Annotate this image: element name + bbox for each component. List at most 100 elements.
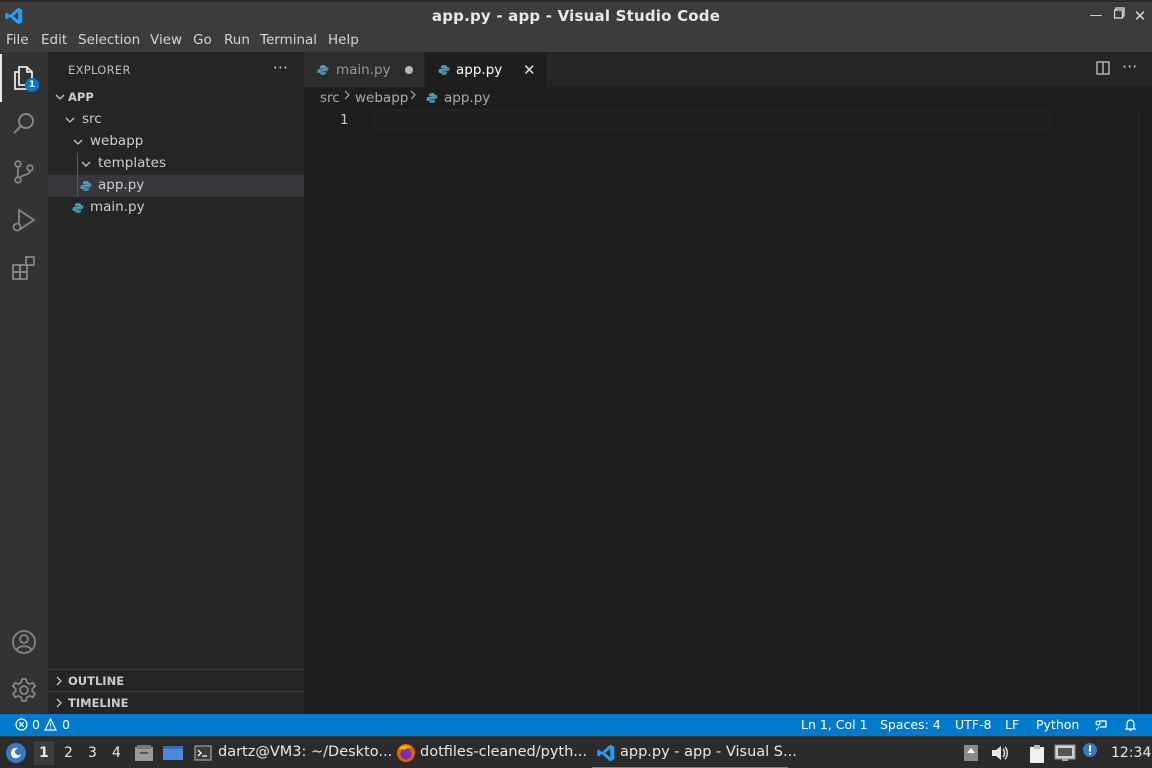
chevron-down-icon (73, 139, 83, 145)
tab-app-py[interactable]: app.py ✕ (425, 52, 547, 87)
sidebar-title: EXPLORER (68, 63, 131, 77)
window-title: app.py - app - Visual Studio Code (431, 7, 721, 25)
line-number: 1 (340, 112, 349, 128)
close-icon[interactable]: ✕ (1130, 7, 1150, 25)
error-count[interactable]: 0 (32, 717, 40, 732)
code-editor[interactable]: 1 (304, 109, 1152, 714)
editor-scrollbar[interactable] (1138, 109, 1139, 714)
python-file-icon (72, 203, 84, 213)
current-line-highlight (374, 110, 1050, 130)
warning-count[interactable]: 0 (62, 717, 70, 732)
tab-label: main.py (336, 62, 391, 78)
explorer-sidebar: EXPLORER ··· APP src webapp templates ap… (48, 52, 304, 714)
title-bar: app.py - app - Visual Studio Code — ✕ (0, 0, 1152, 30)
chevron-right-icon (56, 698, 62, 708)
workspace-2[interactable]: 2 (64, 745, 73, 761)
cursor-position[interactable]: Ln 1, Col 1 (801, 717, 868, 732)
firefox-icon (396, 743, 416, 767)
workspace-3[interactable]: 3 (88, 745, 97, 761)
chevron-down-icon (65, 117, 75, 123)
menu-terminal[interactable]: Terminal (260, 32, 317, 48)
breadcrumb-item-webapp[interactable]: webapp (355, 90, 408, 106)
explorer-badge: 1 (25, 78, 39, 92)
feedback-icon[interactable] (1094, 718, 1108, 735)
tree-file-app-py[interactable]: app.py (48, 175, 304, 197)
split-editor-icon[interactable] (1096, 61, 1110, 79)
menu-selection[interactable]: Selection (78, 32, 140, 48)
tree-folder-templates[interactable]: templates (48, 153, 304, 175)
menu-run[interactable]: Run (224, 32, 250, 48)
os-taskbar: 1 2 3 4 dartz@VM3: ~/Deskto... dotfiles-… (0, 736, 1152, 768)
workspace-1[interactable]: 1 (34, 741, 54, 765)
notifications-bell-icon[interactable] (1124, 718, 1137, 735)
editor-more-actions-icon[interactable]: ··· (1122, 57, 1137, 76)
restore-icon[interactable] (1110, 7, 1130, 25)
tree-root-label: APP (68, 90, 94, 104)
close-tab-icon[interactable]: ✕ (523, 61, 536, 79)
update-notifier-icon[interactable] (1082, 742, 1098, 762)
tree-folder-label: webapp (90, 133, 144, 149)
terminal-icon (194, 744, 212, 766)
show-desktop-icon[interactable] (162, 744, 184, 766)
task-label: dotfiles-cleaned/pyth... (420, 744, 588, 760)
accounts-icon[interactable] (10, 628, 38, 656)
menu-bar: File Edit Selection View Go Run Terminal… (0, 30, 1152, 52)
vscode-logo-icon (596, 743, 616, 767)
more-actions-icon[interactable]: ··· (273, 58, 288, 77)
clock[interactable]: 12:34 (1111, 745, 1151, 761)
chevron-right-icon (56, 676, 62, 686)
menu-go[interactable]: Go (193, 32, 212, 48)
minimize-icon[interactable]: — (1086, 7, 1106, 25)
run-debug-icon[interactable] (10, 206, 38, 234)
tree-folder-src[interactable]: src (48, 109, 304, 131)
task-firefox[interactable]: dotfiles-cleaned/pyth... (392, 737, 588, 768)
extensions-icon[interactable] (10, 254, 38, 282)
breadcrumb-item-app-py[interactable]: app.py (444, 90, 490, 106)
task-terminal[interactable]: dartz@VM3: ~/Deskto... (190, 737, 392, 768)
tree-folder-label: src (82, 111, 102, 127)
tree-root-app[interactable]: APP (48, 86, 304, 108)
error-icon[interactable] (15, 718, 28, 734)
menu-view[interactable]: View (150, 32, 182, 48)
menu-help[interactable]: Help (328, 32, 359, 48)
breadcrumb-item-src[interactable]: src (320, 90, 340, 106)
file-manager-icon[interactable] (134, 744, 154, 766)
search-icon[interactable] (10, 110, 38, 138)
language-mode[interactable]: Python (1036, 717, 1079, 732)
timeline-label: TIMELINE (68, 696, 129, 710)
tree-folder-label: templates (98, 155, 166, 171)
encoding[interactable]: UTF-8 (955, 717, 991, 732)
chevron-down-icon (81, 161, 91, 167)
task-vscode[interactable]: app.py - app - Visual S... (592, 737, 797, 768)
menu-file[interactable]: File (6, 32, 29, 48)
source-control-icon[interactable] (10, 158, 38, 186)
python-file-icon (317, 65, 329, 75)
task-label: app.py - app - Visual S... (620, 744, 797, 760)
tab-label: app.py (456, 62, 503, 78)
start-menu-icon[interactable] (5, 742, 27, 768)
menu-edit[interactable]: Edit (41, 32, 67, 48)
settings-gear-icon[interactable] (10, 676, 38, 704)
indentation[interactable]: Spaces: 4 (880, 717, 941, 732)
outline-section[interactable]: OUTLINE (48, 669, 304, 691)
task-label: dartz@VM3: ~/Deskto... (218, 744, 393, 760)
clipboard-icon[interactable] (1028, 744, 1046, 768)
unsaved-dot-icon[interactable] (405, 66, 413, 74)
editor-tabs: main.py app.py ✕ ··· (304, 52, 1152, 87)
workspace-4[interactable]: 4 (112, 745, 121, 761)
tree-folder-webapp[interactable]: webapp (48, 131, 304, 153)
breadcrumb: src webapp app.py (304, 87, 1152, 109)
python-file-icon (80, 181, 92, 191)
tree-file-label: main.py (90, 199, 145, 215)
tab-main-py[interactable]: main.py (304, 52, 424, 87)
tree-file-main-py[interactable]: main.py (48, 197, 304, 219)
network-icon[interactable] (1054, 744, 1076, 766)
warning-icon[interactable] (44, 717, 57, 734)
python-file-icon (426, 92, 438, 108)
volume-icon[interactable] (990, 744, 1010, 766)
tray-scroll-icon[interactable] (963, 744, 979, 766)
timeline-section[interactable]: TIMELINE (48, 691, 304, 713)
chevron-down-icon (55, 94, 65, 100)
activity-bar: 1 (0, 52, 48, 714)
end-of-line[interactable]: LF (1005, 717, 1019, 732)
